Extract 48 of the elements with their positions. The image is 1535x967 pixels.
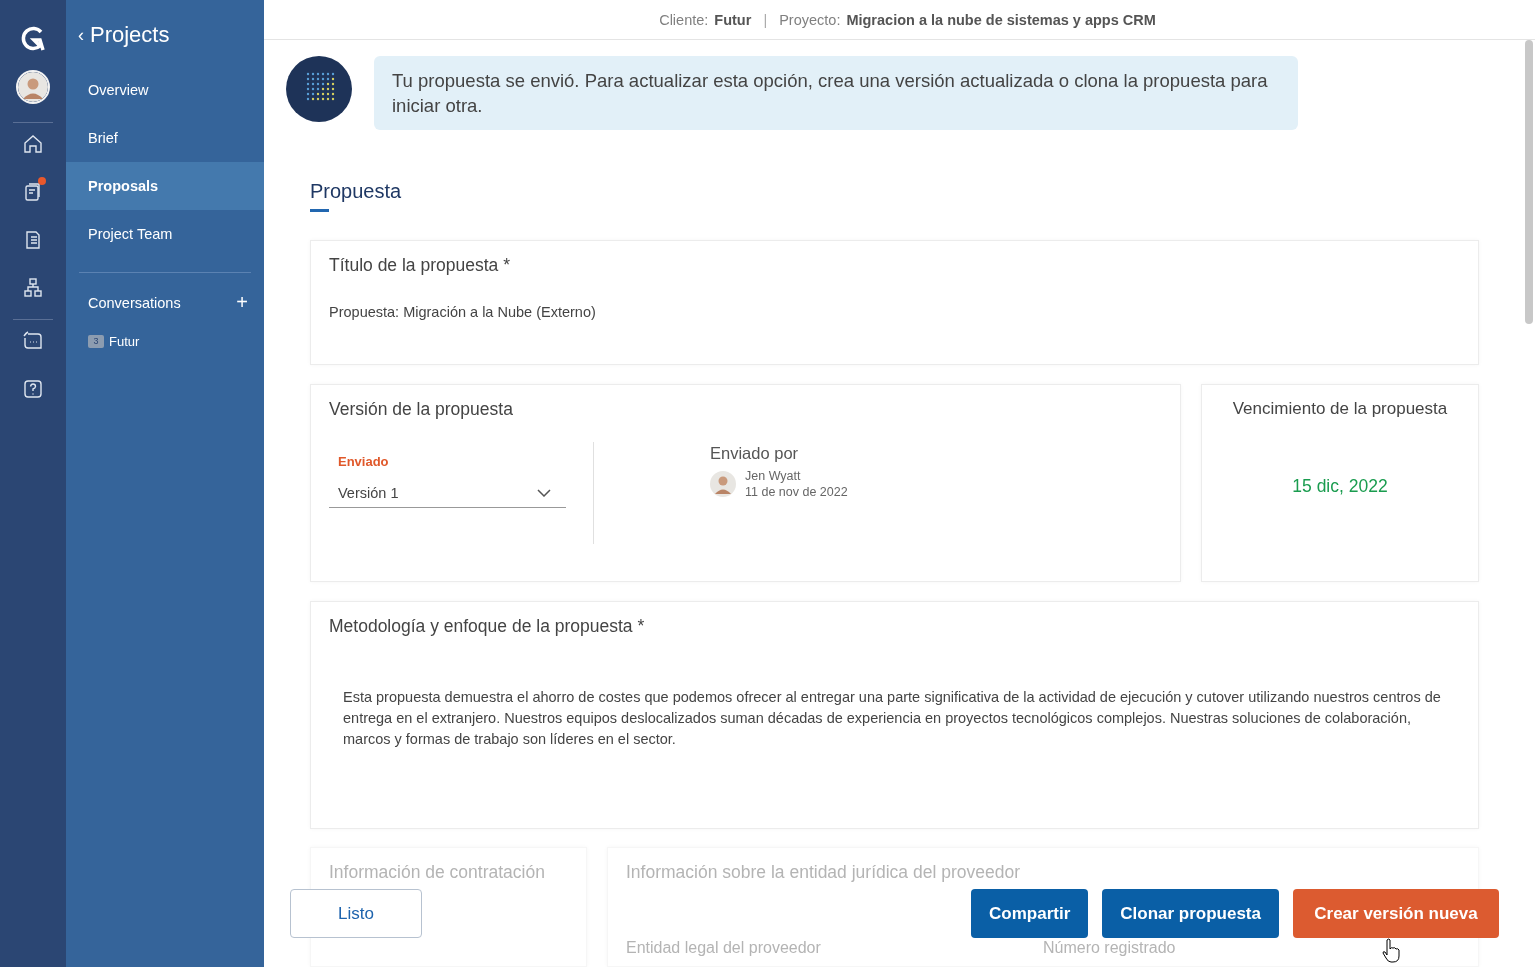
card-heading: Metodología y enfoque de la propuesta *	[329, 616, 646, 638]
sidebar-item[interactable]: Proposals	[66, 162, 264, 210]
action-button[interactable]: Compartir	[971, 889, 1089, 938]
card-heading: Versión de la propuesta	[329, 399, 514, 421]
avatar	[710, 471, 736, 498]
client-label: Cliente:	[659, 11, 709, 28]
count-badge: 3	[88, 335, 104, 348]
hand-cursor-icon	[1381, 938, 1403, 964]
add-button[interactable]: +	[236, 291, 248, 314]
client-name: Futur	[714, 11, 752, 28]
project-name: Migracion a la nube de sistemas y apps CRM	[846, 11, 1156, 28]
sender-name: Jen Wyatt	[745, 469, 802, 484]
scrollbar[interactable]	[1525, 40, 1533, 324]
sidebar-item[interactable]: Overview	[66, 66, 264, 114]
sent-by-label: Enviado por	[710, 444, 800, 464]
sent-date: 11 de nov de 2022	[745, 485, 848, 500]
field-label: Entidad legal del proveedor	[626, 939, 821, 956]
card-heading: Información de contratación	[329, 862, 546, 883]
expiry-date: 15 dic, 2022	[1292, 476, 1388, 498]
dot-grid-icon	[286, 56, 352, 122]
notice-message: Tu propuesta se envió. Para actualizar esta opción, crea una versión actualizada o clona la propuesta para iniciar otra.	[374, 56, 1298, 130]
card-heading: Título de la propuesta *	[329, 255, 511, 276]
card-heading: Vencimiento de la propuesta	[1232, 399, 1448, 420]
chat-icon[interactable]	[22, 330, 44, 352]
hierarchy-icon[interactable]	[22, 277, 44, 299]
conversation-item[interactable]: Futur	[109, 334, 140, 349]
user-avatar[interactable]	[16, 70, 50, 104]
sidebar-item[interactable]: Project Team	[66, 210, 264, 258]
action-button[interactable]: Clonar propuesta	[1102, 889, 1279, 938]
tab[interactable]: Propuesta	[310, 180, 402, 212]
home-icon[interactable]	[22, 133, 44, 155]
back-arrow[interactable]: ‹	[78, 24, 84, 46]
version-select[interactable]: Versión 1	[329, 469, 566, 509]
status-label: Enviado	[338, 454, 390, 470]
sidebar-item[interactable]: Brief	[66, 114, 264, 162]
action-button[interactable]: Crear versión nueva	[1293, 889, 1499, 938]
action-button[interactable]: Listo	[290, 889, 422, 938]
methodology-text: Esta propuesta demuestra el ahorro de costes que podemos ofrecer al entregar una parte significativa de la actividad de ejecución y cutover utilizando nuestros centros de entrega en el extranjero. Nuestros equipos deslocalizados suman décadas de experiencia en proyectos tecnológicos complejos. Nuestras soluciones de colaboración, marcos y formas de trabajo son líderes en el sector.	[343, 688, 1442, 750]
chevron-down-icon	[537, 489, 551, 498]
conversations-label: Conversations	[88, 294, 181, 311]
logo-icon	[20, 26, 46, 52]
field-label: Número registrado	[1043, 939, 1176, 956]
sidebar-title: Projects	[90, 22, 170, 48]
project-label: Proyecto:	[779, 11, 841, 28]
help-icon[interactable]	[22, 378, 44, 400]
separator: |	[763, 11, 768, 28]
proposal-title: Propuesta: Migración a la Nube (Externo)	[329, 304, 597, 320]
card-heading: Información sobre la entidad jurídica del proveedor	[626, 862, 1021, 883]
